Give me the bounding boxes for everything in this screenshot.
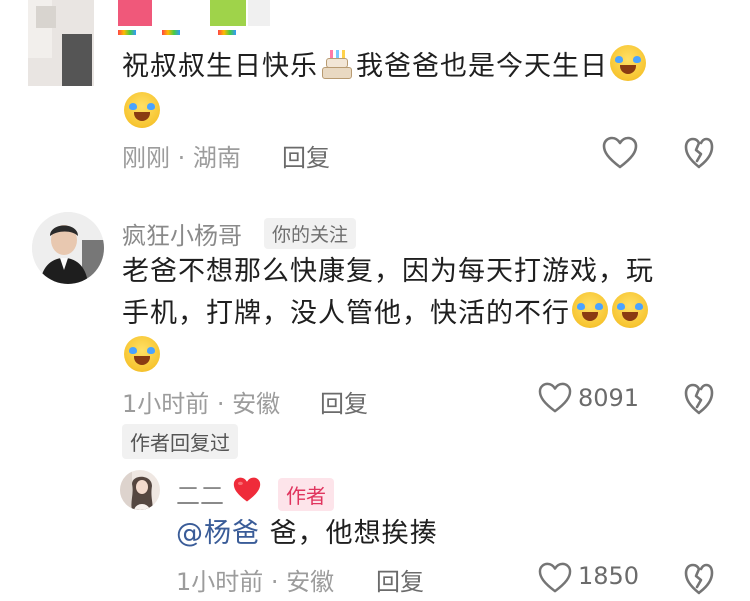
comment-username[interactable]: 疯狂小杨哥 [122,216,242,251]
dislike-broken-heart-icon[interactable] [684,136,714,170]
avatar[interactable] [120,470,160,510]
dislike-broken-heart-icon[interactable] [684,562,714,596]
comment-text-emoji-line [122,92,162,128]
avatar[interactable] [28,0,94,86]
laugh-cry-emoji-icon [124,336,160,372]
like-count: 8091 [578,384,640,412]
reply-text: @杨爸 爸，他想挨揍 [176,512,438,556]
like-heart-icon[interactable] [602,136,638,170]
laugh-cry-emoji-icon [124,92,160,128]
author-replied-tag: 作者回复过 [122,424,238,459]
author-tag: 作者 [278,478,334,511]
heart-icon [233,477,261,502]
reply-username[interactable]: 二二 [176,476,224,511]
like-heart-icon[interactable] [538,382,572,414]
dislike-broken-heart-icon[interactable] [684,382,714,416]
laugh-cry-emoji-icon [610,45,646,81]
username-blurred[interactable] [118,0,270,26]
comment-text-part-a: 祝叔叔生日快乐 [122,51,318,82]
laugh-cry-emoji-icon [572,292,608,328]
following-tag: 你的关注 [264,218,357,249]
reply-text-content: 爸，他想挨揍 [269,518,438,549]
avatar[interactable] [32,212,104,284]
reply-meta: 1小时前 · 安徽 [176,568,335,596]
comment-text-line2: 手机，打牌，没人管他，快活的不行 [122,292,650,336]
mention-link[interactable]: @杨爸 [176,518,260,549]
comment-meta: 刚刚 · 湖南 [122,144,241,172]
birthday-cake-emoji-icon [320,47,354,79]
comment-text-line1: 老爸不想那么快康复，因为每天打游戏，玩 [122,256,654,287]
comment-meta: 1小时前 · 安徽 [122,390,281,418]
comment-text: 手机，打牌，没人管他，快活的不行 [122,298,570,329]
like-heart-icon[interactable] [538,562,572,594]
reply-button[interactable]: 回复 [282,138,330,173]
reply-button[interactable]: 回复 [376,562,424,597]
comment-text-part-b: 我爸爸也是今天生日 [356,51,608,82]
like-count: 1850 [578,562,640,590]
comment-text: 祝叔叔生日快乐 我爸爸也是今天生日 [122,45,648,89]
reply-button[interactable]: 回复 [320,384,368,419]
comment-text-emoji-line [122,336,162,372]
username-underline-decor [118,30,268,36]
laugh-cry-emoji-icon [612,292,648,328]
